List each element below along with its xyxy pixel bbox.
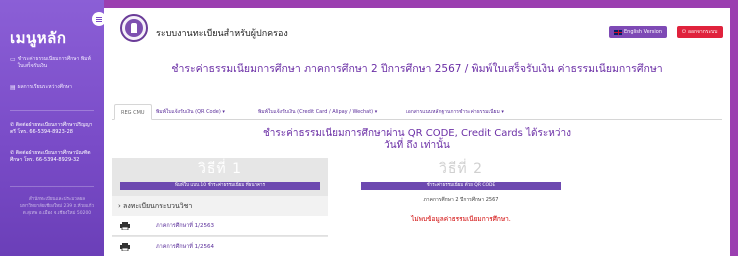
contact-graduate: ✆ ติดต่อฝ่ายทะเบียนการศึกษาบัณฑิตศึกษา โ…	[10, 150, 91, 163]
page-heading: ชำระค่าธรรมเนียมการศึกษา ภาคการศึกษา 2 ป…	[171, 63, 663, 75]
university-logo-icon	[120, 14, 148, 42]
method2-no-data-message: ไม่พบข้อมูลค่าธรรมเนียมการศึกษา.	[411, 215, 511, 223]
page-edge-top	[104, 0, 738, 8]
sidebar: เมนูหลัก ▭ ชำระค่าธรรมเนียมการศึกษา พิมพ…	[0, 0, 104, 256]
nav-attachments-dropdown[interactable]: เอกสารแนบหลักฐานการชำระค่าธรรมเนียม ▾	[400, 104, 510, 120]
monitor-icon: ▭	[10, 56, 16, 63]
method2-panel: วิธีที่ 2 ชำระค่าธรรมเนียม ด้วย QR CODE …	[352, 158, 570, 256]
nav-reg-cmu[interactable]: REG CMU	[114, 104, 152, 120]
menu-icon	[96, 18, 102, 20]
sidebar-link-label: ผลการเรียนระหว่างศึกษา	[17, 84, 72, 90]
printer-icon	[120, 222, 130, 230]
uk-flag-icon	[614, 29, 622, 35]
sidebar-divider	[10, 110, 94, 111]
printer-icon	[120, 243, 130, 251]
navbar: REG CMU พิมพ์ใบแจ้งรับเงิน (QR Code) ▾ พ…	[112, 100, 722, 120]
contact-undergrad: ✆ ติดต่อฝ่ายทะเบียนการศึกษาปริญญาตรี โทร…	[10, 122, 93, 135]
sidebar-link-grades[interactable]: ▤ ผลการเรียนระหว่างศึกษา	[10, 84, 96, 91]
logout-icon: ⏻	[682, 29, 686, 35]
sidebar-address: สำนักทะเบียนและประมวลผล มหาวิทยาลัยเชียง…	[20, 197, 94, 216]
method1-bar: พิมพ์ใบ แบบ.10 ชำระค่าธรรมเนียม ที่ธนาคา…	[120, 182, 320, 190]
method1-title: วิธีที่ 1	[198, 161, 242, 177]
sidebar-divider	[10, 186, 94, 187]
page-edge-right	[730, 0, 738, 256]
sidebar-title: เมนูหลัก	[10, 29, 67, 47]
main-heading: ชำระค่าธรรมเนียมการศึกษาผ่าน QR CODE, Cr…	[104, 128, 730, 152]
list-item[interactable]: ภาคการศึกษาที่ 1/2564	[112, 237, 328, 256]
sidebar-link-label: ชำระค่าธรรมเนียมการศึกษา พิมพ์ใบเสร็จรับ…	[17, 56, 91, 69]
method2-bar: ชำระค่าธรรมเนียม ด้วย QR CODE	[361, 182, 561, 190]
registration-list-header[interactable]: › ลงทะเบียนกระบวนวิชา	[112, 196, 328, 216]
main-heading-line2: วันที่ ถึง เท่านั้น	[384, 140, 450, 151]
term-link[interactable]: ภาคการศึกษาที่ 1/2563	[156, 216, 214, 236]
logout-button[interactable]: ⏻ ออกจากระบบ	[677, 26, 723, 38]
method2-term: ภาคการศึกษา 2 ปีการศึกษา 2567	[423, 197, 499, 203]
site-title: ระบบงานทะเบียนสำหรับผู้ปกครอง	[156, 29, 288, 39]
list-item[interactable]: ภาคการศึกษาที่ 1/2563	[112, 216, 328, 236]
header: ระบบงานทะเบียนสำหรับผู้ปกครอง English Ve…	[104, 8, 730, 58]
method2-title: วิธีที่ 2	[439, 161, 483, 177]
term-link[interactable]: ภาคการศึกษาที่ 1/2564	[156, 237, 214, 256]
main-heading-line1: ชำระค่าธรรมเนียมการศึกษาผ่าน QR CODE, Cr…	[263, 128, 571, 139]
english-version-button[interactable]: English Version	[609, 26, 668, 38]
nav-qr-code-dropdown[interactable]: พิมพ์ใบแจ้งรับเงิน (QR Code) ▾	[150, 104, 231, 120]
sidebar-link-payment[interactable]: ▭ ชำระค่าธรรมเนียมการศึกษา พิมพ์ใบเสร็จร…	[10, 56, 96, 70]
nav-credit-card-dropdown[interactable]: พิมพ์ใบแจ้งรับเงิน (Credit Card / Alipay…	[252, 104, 383, 120]
file-icon: ▤	[10, 84, 16, 91]
sidebar-toggle-button[interactable]	[92, 12, 106, 26]
